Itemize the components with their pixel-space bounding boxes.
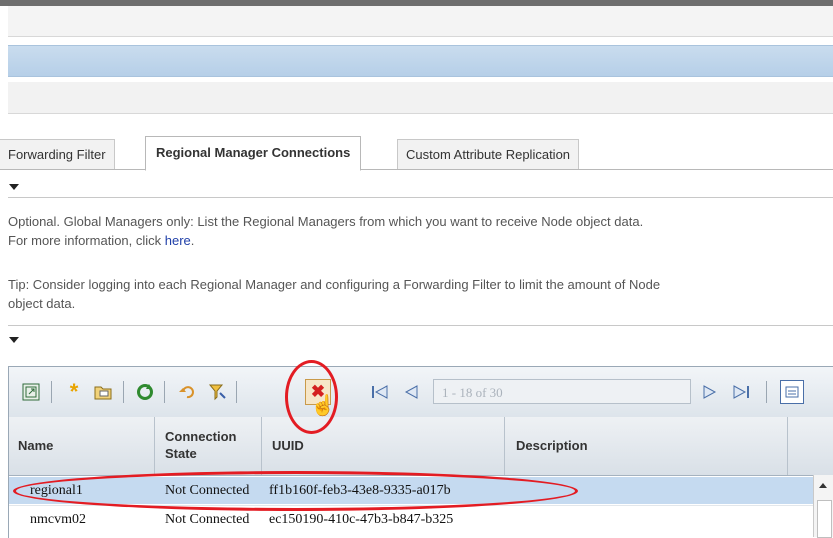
form-header-strip: [8, 82, 833, 114]
open-folder-icon[interactable]: [93, 382, 113, 402]
row-highlight-annotation: [13, 471, 578, 511]
tab-forwarding-filter[interactable]: Forwarding Filter: [0, 139, 115, 169]
separator: [123, 381, 124, 403]
tip-text: Tip: Consider logging into each Regional…: [8, 277, 661, 311]
table-toolbar: * ✖ ☝ 1 - 18 of 30: [9, 367, 833, 418]
refresh-icon[interactable]: [135, 382, 155, 402]
separator: [766, 381, 767, 403]
title-bar: [8, 45, 833, 77]
collapse-section-icon[interactable]: [9, 184, 19, 190]
cell-name: nmcvm02: [30, 512, 86, 527]
table-header: Name Connection State UUID Description: [9, 417, 833, 476]
next-page-icon[interactable]: [700, 382, 720, 402]
undo-icon[interactable]: [177, 382, 197, 402]
collapse-section-icon[interactable]: [9, 337, 19, 343]
last-page-icon[interactable]: [731, 382, 751, 402]
column-header-description[interactable]: Description: [505, 417, 788, 475]
open-icon[interactable]: [21, 382, 41, 402]
column-header-name[interactable]: Name: [9, 417, 155, 475]
delete-highlight-annotation: [285, 360, 338, 434]
help-link[interactable]: here: [165, 233, 191, 248]
column-chooser-icon: [785, 386, 799, 398]
scroll-up-icon[interactable]: [819, 483, 827, 488]
previous-page-icon[interactable]: [401, 382, 421, 402]
tab-bar: Forwarding Filter Regional Manager Conne…: [0, 136, 833, 171]
toolbar-strip: [8, 6, 833, 37]
description-text: Optional. Global Managers only: List the…: [8, 214, 644, 248]
scroll-thumb[interactable]: [817, 500, 832, 538]
separator: [164, 381, 165, 403]
column-chooser-button[interactable]: [780, 380, 804, 404]
divider: [8, 197, 833, 198]
page-indicator: 1 - 18 of 30: [433, 379, 691, 404]
new-icon[interactable]: *: [64, 379, 84, 404]
filter-icon[interactable]: [207, 382, 227, 402]
tab-custom-attribute-replication[interactable]: Custom Attribute Replication: [397, 139, 580, 169]
tab-regional-manager-connections[interactable]: Regional Manager Connections: [145, 136, 362, 171]
separator: [236, 381, 237, 403]
first-page-icon[interactable]: [370, 382, 390, 402]
vertical-scrollbar[interactable]: [813, 475, 833, 538]
separator: [51, 381, 52, 403]
divider: [8, 325, 833, 326]
column-header-connection-state[interactable]: Connection State: [155, 417, 262, 475]
